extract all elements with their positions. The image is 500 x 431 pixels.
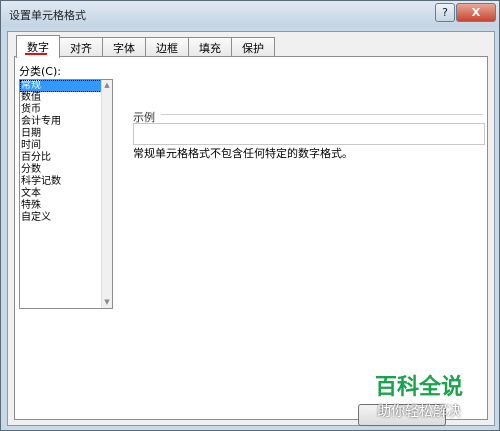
category-item-percentage[interactable]: 百分比 (20, 152, 112, 164)
tab-font-label: 字体 (113, 42, 135, 55)
tab-fill-label: 填充 (199, 42, 221, 55)
tab-alignment-label: 对齐 (70, 42, 92, 55)
title-bar[interactable]: 设置单元格格式 ? X (1, 1, 499, 27)
tab-active-underline (25, 53, 47, 55)
tab-number[interactable]: 数字 (16, 35, 60, 58)
scroll-up-arrow-icon[interactable]: ▲ (103, 81, 111, 90)
category-item-special[interactable]: 特殊 (20, 200, 112, 212)
format-description: 常规单元格格式不包含任何特定的数字格式。 (133, 147, 353, 160)
tab-font[interactable]: 字体 (102, 37, 146, 58)
dialog-title: 设置单元格格式 (9, 9, 86, 22)
category-item-scientific[interactable]: 科学记数 (20, 176, 112, 188)
category-item-general[interactable]: 常规 (20, 80, 106, 92)
number-tab-panel: 分类(C): 常规 数值 货币 会计专用 日期 时间 百分比 分数 科学记数 文… (14, 56, 488, 420)
category-label: 分类(C): (19, 65, 61, 78)
dialog-body: 数字 对齐 字体 边框 填充 保护 分类(C): 常规 数值 货币 会计专用 日… (7, 31, 495, 426)
watermark-subtitle: 助你轻松解决 (377, 404, 461, 420)
tab-border[interactable]: 边框 (145, 37, 189, 58)
scroll-down-arrow-icon[interactable]: ▼ (103, 298, 111, 307)
help-button[interactable]: ? (435, 3, 455, 22)
tab-protection[interactable]: 保护 (231, 37, 275, 58)
category-item-custom[interactable]: 自定义 (20, 212, 112, 224)
category-item-currency[interactable]: 货币 (20, 104, 112, 116)
category-item-date[interactable]: 日期 (20, 128, 112, 140)
tab-alignment[interactable]: 对齐 (59, 37, 103, 58)
format-cells-dialog: 设置单元格格式 ? X 数字 对齐 字体 边框 填充 保护 分类(C): 常规 … (0, 0, 500, 431)
category-scrollbar[interactable]: ▲ ▼ (101, 80, 112, 308)
tab-fill[interactable]: 填充 (188, 37, 232, 58)
category-item-accounting[interactable]: 会计专用 (20, 116, 112, 128)
watermark-logo: 百科全说 助你轻松解决 (371, 369, 491, 427)
category-item-number[interactable]: 数值 (20, 92, 112, 104)
category-listbox[interactable]: 常规 数值 货币 会计专用 日期 时间 百分比 分数 科学记数 文本 特殊 自定… (19, 79, 113, 309)
tab-protection-label: 保护 (242, 42, 264, 55)
sample-group-divider (161, 114, 483, 115)
tab-border-label: 边框 (156, 42, 178, 55)
watermark-title: 百科全说 (375, 375, 464, 400)
category-item-fraction[interactable]: 分数 (20, 164, 112, 176)
category-item-time[interactable]: 时间 (20, 140, 112, 152)
sample-preview (133, 123, 485, 145)
close-button[interactable]: X (456, 3, 496, 22)
category-item-text[interactable]: 文本 (20, 188, 112, 200)
tab-strip: 数字 对齐 字体 边框 填充 保护 (16, 35, 275, 58)
